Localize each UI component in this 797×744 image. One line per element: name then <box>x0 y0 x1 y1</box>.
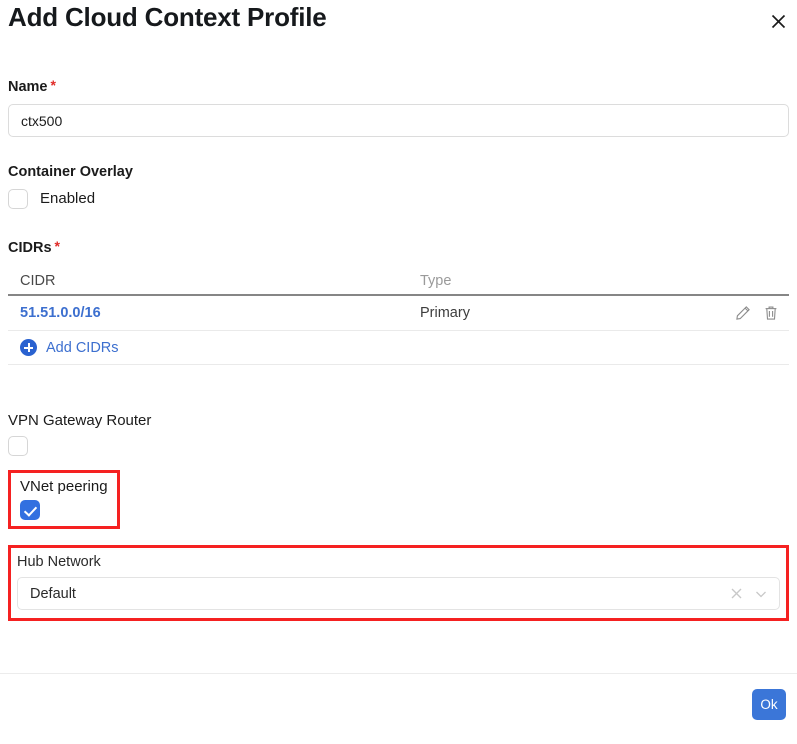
pencil-icon[interactable] <box>733 303 753 323</box>
cidr-type-value: Primary <box>420 305 470 321</box>
container-overlay-enabled-checkbox[interactable] <box>8 189 28 209</box>
vpn-gateway-router-group: VPN Gateway Router <box>8 411 789 456</box>
table-header-row: CIDR Type <box>8 268 789 296</box>
container-overlay-enabled-row[interactable]: Enabled <box>8 189 789 209</box>
row-actions <box>721 303 781 323</box>
cidr-value-link[interactable]: 51.51.0.0/16 <box>20 305 420 321</box>
ok-button[interactable]: Ok <box>752 689 786 720</box>
plus-circle-icon[interactable] <box>20 339 37 356</box>
cidrs-required-marker: * <box>54 238 60 254</box>
container-overlay-enabled-label: Enabled <box>40 190 96 207</box>
name-field-group: Name * <box>8 58 789 137</box>
trash-icon[interactable] <box>761 303 781 323</box>
close-icon[interactable] <box>765 8 791 34</box>
cidrs-label-text: CIDRs <box>8 240 52 256</box>
name-label: Name * <box>8 76 789 96</box>
vnet-peering-label: VNet peering <box>20 478 108 495</box>
dialog-header: Add Cloud Context Profile <box>0 0 797 58</box>
column-header-type: Type <box>420 273 452 289</box>
hub-network-group-highlight: Hub Network Default <box>8 545 789 621</box>
vpn-gateway-router-label: VPN Gateway Router <box>8 412 152 429</box>
page-title: Add Cloud Context Profile <box>8 2 327 32</box>
vpn-gateway-router-checkbox[interactable] <box>8 436 28 456</box>
add-cloud-context-profile-dialog: Add Cloud Context Profile Name* Containe… <box>0 0 797 744</box>
hub-network-label: Hub Network <box>17 554 101 570</box>
name-required-marker: * <box>50 77 56 93</box>
hub-network-select[interactable]: Default <box>17 577 780 610</box>
cidrs-label: CIDRs * <box>8 237 789 257</box>
container-overlay-label: Container Overlay <box>8 164 133 180</box>
add-cidrs-row[interactable]: Add CIDRs <box>8 331 789 365</box>
clear-selection-icon[interactable] <box>730 587 743 600</box>
column-header-cidr: CIDR <box>20 273 56 289</box>
name-label-text: Name <box>8 79 48 95</box>
name-input[interactable] <box>8 104 789 137</box>
hub-network-select-tools <box>730 578 768 609</box>
hub-network-selected-value: Default <box>30 585 76 602</box>
vnet-peering-group-highlight: VNet peering <box>8 470 120 529</box>
cidrs-table: CIDR Type 51.51.0.0/16 Primary Add CIDRs <box>8 268 789 365</box>
container-overlay-group: Container Overlay Enabled <box>8 163 789 209</box>
dialog-body: Name* Container Overlay Enabled CIDRs* C… <box>0 58 797 670</box>
add-cidrs-link[interactable]: Add CIDRs <box>46 340 119 356</box>
chevron-down-icon[interactable] <box>754 587 768 601</box>
vnet-peering-checkbox[interactable] <box>20 500 40 520</box>
dialog-footer: Ok <box>0 670 797 744</box>
table-row: 51.51.0.0/16 Primary <box>8 296 789 331</box>
cidrs-group: CIDRs * CIDR Type 51.51.0.0/16 Primary A… <box>8 237 789 365</box>
